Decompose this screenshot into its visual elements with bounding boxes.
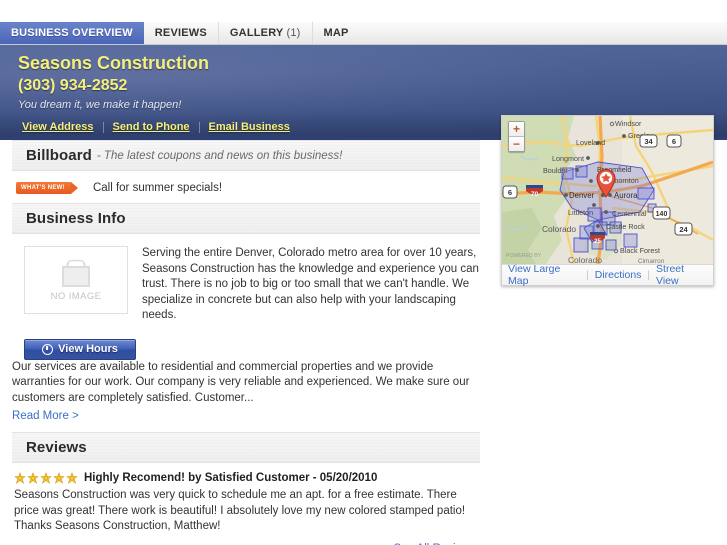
svg-text:Castle Rock: Castle Rock bbox=[606, 222, 645, 231]
billboard-message: Call for summer specials! bbox=[92, 182, 223, 194]
svg-text:70: 70 bbox=[531, 191, 539, 198]
top-white-strip bbox=[0, 0, 727, 22]
star-icon bbox=[27, 472, 39, 484]
reviews-header: Reviews bbox=[12, 432, 480, 463]
billboard-panel: Billboard - The latest coupons and news … bbox=[12, 140, 480, 203]
svg-text:6: 6 bbox=[508, 188, 512, 197]
tab-bar: BUSINESS OVERVIEW REVIEWS GALLERY (1) MA… bbox=[0, 22, 727, 45]
business-photo-placeholder: NO IMAGE bbox=[24, 246, 128, 314]
business-action-links: View Address Send to Phone Email Busines… bbox=[18, 121, 727, 133]
tab-label: GALLERY bbox=[229, 27, 284, 39]
review-headline: Highly Recomend! by Satisfied Customer -… bbox=[84, 472, 378, 484]
business-info-header: Business Info bbox=[12, 203, 480, 234]
directions-link[interactable]: Directions bbox=[589, 269, 648, 281]
email-business-link[interactable]: Email Business bbox=[200, 121, 299, 133]
view-large-map-link[interactable]: View Large Map bbox=[502, 263, 586, 287]
business-tagline: You dream it, we make it happen! bbox=[18, 99, 182, 111]
map-zoom-in-button[interactable]: + bbox=[509, 122, 524, 136]
map-widget: Windsor Greeley Loveland Longmont Boulde… bbox=[501, 115, 714, 287]
view-address-link[interactable]: View Address bbox=[22, 121, 103, 133]
tab-label: REVIEWS bbox=[154, 27, 207, 39]
star-icon bbox=[66, 472, 78, 484]
billboard-title: Billboard bbox=[26, 147, 92, 164]
billboard-subtitle: - The latest coupons and news on this bu… bbox=[96, 149, 343, 162]
business-name: Seasons Construction bbox=[18, 53, 210, 73]
billboard-row: WHAT'S NEW! Call for summer specials! bbox=[12, 171, 480, 203]
billboard-header: Billboard - The latest coupons and news … bbox=[12, 140, 480, 171]
business-info-body: NO IMAGE Serving the entire Denver, Colo… bbox=[12, 234, 480, 422]
clock-icon bbox=[42, 343, 54, 355]
map-zoom-controls: + − bbox=[508, 121, 525, 152]
tab-label: BUSINESS OVERVIEW bbox=[11, 27, 133, 39]
svg-text:25: 25 bbox=[594, 239, 601, 245]
view-hours-button[interactable]: View Hours bbox=[24, 338, 136, 360]
business-phone: (303) 934-2852 bbox=[18, 77, 128, 94]
svg-text:140: 140 bbox=[656, 211, 668, 218]
view-hours-label: View Hours bbox=[58, 343, 118, 355]
send-to-phone-link[interactable]: Send to Phone bbox=[104, 121, 199, 133]
tab-gallery-count: (1) bbox=[286, 27, 301, 39]
star-icon bbox=[40, 472, 52, 484]
street-view-link[interactable]: Street View bbox=[650, 263, 713, 287]
tab-gallery[interactable]: GALLERY (1) bbox=[219, 22, 313, 44]
picture-frame-icon bbox=[59, 259, 93, 287]
svg-text:Cimarron: Cimarron bbox=[638, 258, 665, 264]
svg-text:Littleton: Littleton bbox=[568, 208, 593, 217]
read-more-link[interactable]: Read More > bbox=[12, 410, 79, 422]
business-description-2: Our services are available to residentia… bbox=[12, 360, 470, 404]
svg-text:Aurora: Aurora bbox=[614, 191, 638, 200]
whats-new-badge: WHAT'S NEW! bbox=[16, 182, 78, 194]
svg-text:Centennial: Centennial bbox=[612, 209, 647, 218]
tab-map[interactable]: MAP bbox=[313, 22, 360, 44]
business-info-panel: Business Info NO IMAGE Serving the entir… bbox=[12, 203, 480, 422]
map-canvas[interactable]: Windsor Greeley Loveland Longmont Boulde… bbox=[502, 116, 713, 264]
tab-reviews[interactable]: REVIEWS bbox=[144, 22, 219, 44]
review-headline-row: Highly Recomend! by Satisfied Customer -… bbox=[14, 472, 478, 484]
reviews-panel: Reviews Highly Recomend! by Satisfied Cu… bbox=[12, 432, 480, 545]
tab-business-overview[interactable]: BUSINESS OVERVIEW bbox=[0, 22, 144, 44]
svg-text:Boulder: Boulder bbox=[543, 166, 568, 175]
star-icon bbox=[53, 472, 65, 484]
map-footer-links: View Large Map | Directions | Street Vie… bbox=[502, 263, 713, 287]
svg-text:Colorado: Colorado bbox=[542, 224, 576, 234]
map-location-pin[interactable] bbox=[595, 168, 617, 198]
main-column: Billboard - The latest coupons and news … bbox=[12, 140, 480, 545]
star-icon bbox=[14, 472, 26, 484]
svg-text:Black Forest: Black Forest bbox=[620, 246, 660, 255]
see-all-reviews-row: See All Reviews bbox=[14, 541, 478, 545]
svg-text:Colorado: Colorado bbox=[568, 255, 602, 264]
svg-text:6: 6 bbox=[672, 137, 676, 146]
reviews-title: Reviews bbox=[26, 439, 87, 456]
svg-text:Loveland: Loveland bbox=[576, 138, 605, 147]
review-text: Seasons Construction was very quick to s… bbox=[14, 489, 466, 532]
svg-text:34: 34 bbox=[644, 137, 653, 146]
business-info-title: Business Info bbox=[26, 210, 126, 227]
map-zoom-out-button[interactable]: − bbox=[509, 136, 524, 151]
svg-text:POWERED BY: POWERED BY bbox=[506, 253, 542, 259]
svg-text:24: 24 bbox=[679, 225, 688, 234]
business-header: Seasons Construction (303) 934-2852 You … bbox=[0, 45, 727, 140]
svg-text:Denver: Denver bbox=[569, 191, 595, 200]
svg-text:Longmont: Longmont bbox=[552, 154, 584, 163]
no-image-label: NO IMAGE bbox=[50, 290, 102, 302]
rating-stars bbox=[14, 472, 79, 484]
tab-label: MAP bbox=[323, 27, 349, 39]
